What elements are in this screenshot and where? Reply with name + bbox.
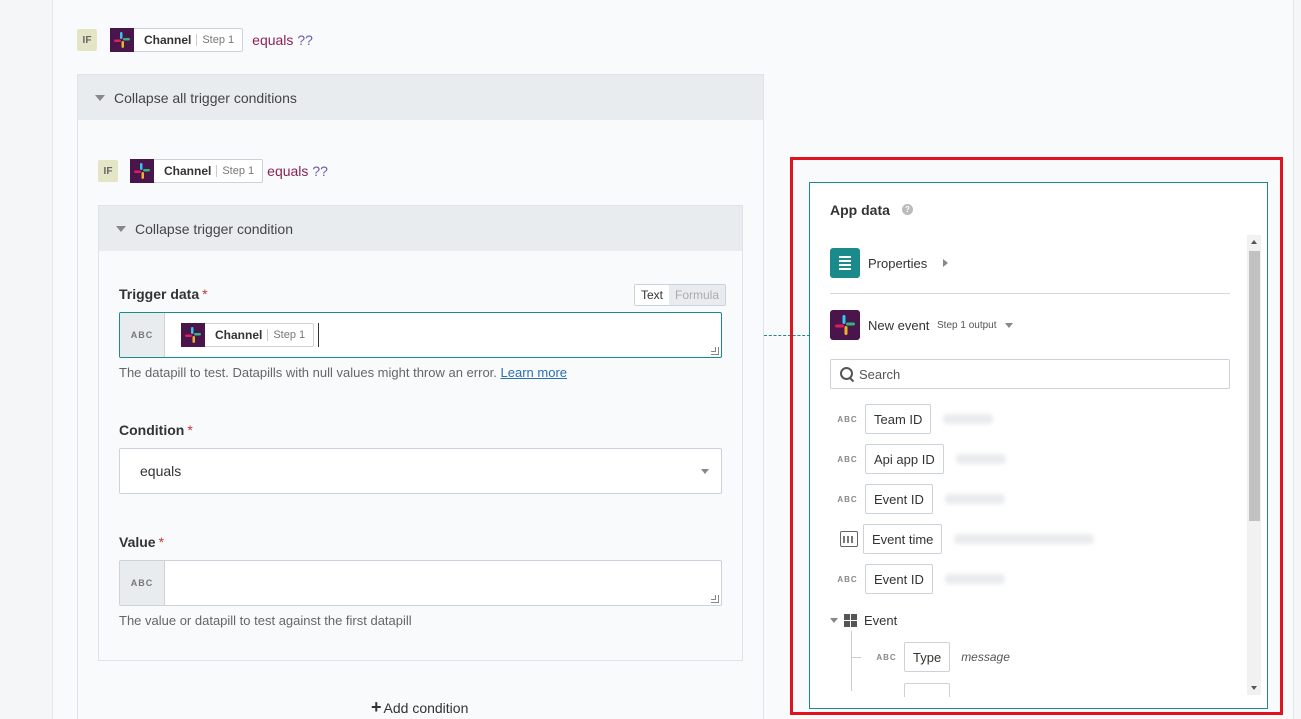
text-formula-toggle[interactable]: Text Formula <box>634 284 727 306</box>
datapill-row[interactable]: ABC Type message <box>869 642 1010 672</box>
datapill-chip[interactable]: Team ID <box>865 404 932 434</box>
datapill-chip[interactable]: Event ID <box>865 564 933 594</box>
string-type-tag: ABC <box>120 313 165 357</box>
tree-line <box>851 631 852 691</box>
new-event-label[interactable]: New event <box>868 318 929 333</box>
scroll-thumb[interactable] <box>1249 251 1260 521</box>
redacted-value <box>954 534 1095 544</box>
properties-icon <box>830 248 860 278</box>
datapill-row[interactable]: ABC Event ID <box>830 484 1005 514</box>
search-icon <box>840 367 854 381</box>
event-tree-node[interactable]: Event <box>830 613 897 628</box>
app-data-title: App data <box>830 202 890 218</box>
text-mode-option[interactable]: Text <box>635 285 670 305</box>
redacted-value <box>943 414 994 424</box>
condition-label: Condition * <box>119 422 193 438</box>
redacted-value <box>944 574 1005 584</box>
datapill-chip[interactable] <box>904 683 950 697</box>
datapill-step: Step 1 <box>273 329 306 341</box>
datapill-row[interactable]: ABC Api app ID <box>830 444 1006 474</box>
string-type-tag: ABC <box>876 652 897 662</box>
if-badge: IF <box>77 29 97 51</box>
datapill-name: Channel <box>144 33 192 47</box>
search-input[interactable] <box>859 366 1219 382</box>
collapse-condition-label: Collapse trigger condition <box>135 220 293 237</box>
scroll-up-icon[interactable] <box>1251 240 1257 244</box>
chevron-down-icon[interactable] <box>830 618 838 623</box>
condition-select[interactable]: equals <box>119 448 722 494</box>
collapse-all-label: Collapse all trigger conditions <box>114 89 297 106</box>
value-input[interactable]: ABC <box>119 560 722 606</box>
collapse-all-toggle[interactable]: Collapse all trigger conditions <box>78 75 763 120</box>
string-type-tag: ABC <box>837 454 858 464</box>
datapill-chip[interactable]: Event ID <box>865 484 933 514</box>
string-type-tag: ABC <box>837 494 858 504</box>
scroll-down-icon[interactable] <box>1251 686 1257 690</box>
datapill-search[interactable] <box>830 359 1230 389</box>
properties-label[interactable]: Properties <box>868 256 927 271</box>
sample-value: message <box>961 650 1010 664</box>
operator-text: equals ?? <box>252 32 313 48</box>
trigger-data-help: The datapill to test. Datapills with nul… <box>119 365 568 380</box>
text-cursor <box>318 323 320 347</box>
trigger-data-input[interactable]: ABC Channel Step 1 <box>119 312 722 358</box>
chevron-right-icon[interactable] <box>943 259 948 267</box>
datapill-name: Channel <box>215 328 263 342</box>
string-type-tag: ABC <box>120 561 165 605</box>
datapill-chip[interactable]: Api app ID <box>865 444 944 474</box>
datapill-name: Channel <box>164 164 212 178</box>
datapill-row[interactable]: ABC Event ID <box>830 564 1005 594</box>
add-condition-button[interactable]: + Add condition <box>371 697 468 718</box>
collapse-condition-toggle[interactable]: Collapse trigger condition <box>99 206 742 251</box>
redacted-value <box>955 454 1006 464</box>
divider <box>830 293 1230 294</box>
condition-summary-row: IF Channel Step 1 equals ?? <box>77 28 313 52</box>
tree-line <box>851 657 861 658</box>
inner-condition-summary-row: IF Channel Step 1 equals ?? <box>98 159 328 183</box>
event-node-label: Event <box>864 613 898 628</box>
resize-handle-icon[interactable] <box>711 595 719 603</box>
channel-datapill[interactable]: Channel Step 1 <box>110 28 244 52</box>
condition-selected-value: equals <box>140 463 182 479</box>
slack-logo-icon <box>110 28 134 52</box>
new-event-step: Step 1 output <box>937 320 997 331</box>
formula-mode-option[interactable]: Formula <box>669 285 725 305</box>
add-condition-label: Add condition <box>383 699 469 716</box>
resize-handle-icon[interactable] <box>711 347 719 355</box>
dropdown-caret-icon <box>701 469 709 474</box>
object-grid-icon <box>844 614 857 627</box>
scrollbar[interactable] <box>1247 235 1261 695</box>
channel-datapill[interactable]: Channel Step 1 <box>181 323 315 347</box>
value-label: Value * <box>119 534 165 550</box>
datapill-row[interactable]: ABC Team ID <box>830 404 994 434</box>
channel-datapill[interactable]: Channel Step 1 <box>130 159 264 183</box>
slack-logo-icon <box>130 159 154 183</box>
chevron-down-icon <box>116 225 126 232</box>
datapill-step: Step 1 <box>222 165 255 177</box>
chevron-down-icon <box>95 94 105 101</box>
string-type-tag: ABC <box>837 414 858 424</box>
calendar-icon <box>840 531 858 547</box>
app-data-panel: App data ? Properties New event Step 1 o… <box>809 182 1268 709</box>
learn-more-link[interactable]: Learn more <box>501 365 567 380</box>
redacted-value <box>944 494 1005 504</box>
datapill-chip[interactable]: Event time <box>863 524 943 554</box>
trigger-data-label: Trigger data * <box>119 286 208 302</box>
datapill-step: Step 1 <box>202 34 235 46</box>
help-icon[interactable]: ? <box>902 204 913 215</box>
datapill-row[interactable]: Event time <box>830 524 1095 554</box>
chevron-down-icon[interactable] <box>1005 323 1013 328</box>
plus-icon: + <box>371 697 382 717</box>
datapill-chip[interactable]: Type <box>904 642 951 672</box>
if-badge: IF <box>98 160 118 182</box>
operator-text: equals ?? <box>267 163 328 179</box>
slack-logo-icon <box>830 310 860 340</box>
value-help: The value or datapill to test against th… <box>119 613 412 628</box>
slack-logo-icon <box>181 323 205 347</box>
string-type-tag: ABC <box>837 574 858 584</box>
